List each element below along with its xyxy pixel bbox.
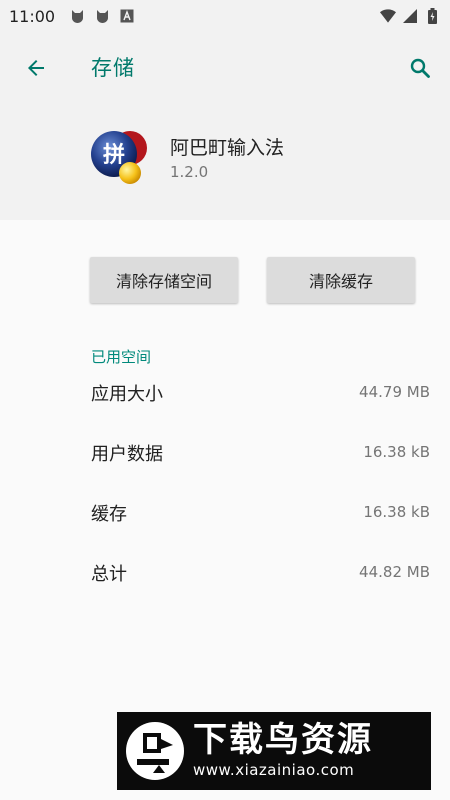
section-header-used-space: 已用空间 xyxy=(91,348,152,366)
search-icon xyxy=(410,58,430,78)
row-label: 缓存 xyxy=(91,504,127,525)
row-label: 总计 xyxy=(91,564,127,585)
search-button[interactable] xyxy=(400,48,440,88)
wifi-icon xyxy=(380,8,396,24)
status-bar: 11:00 xyxy=(0,0,450,32)
list-item-app-size: 应用大小 44.79 MB xyxy=(0,380,450,420)
page-title: 存储 xyxy=(91,56,135,80)
list-item-total: 总计 44.82 MB xyxy=(0,560,450,600)
signal-icon xyxy=(402,8,418,24)
watermark-text: 下载鸟资源 www.xiazainiao.com xyxy=(193,721,373,781)
back-button[interactable] xyxy=(16,48,56,88)
app-header: 存储 拼 阿巴町输入法 1.2.0 xyxy=(0,32,450,220)
watermark-banner: 下载鸟资源 www.xiazainiao.com xyxy=(117,712,431,790)
row-label: 用户数据 xyxy=(91,444,163,465)
system-icons xyxy=(380,8,440,24)
app-version: 1.2.0 xyxy=(170,163,209,181)
battery-icon xyxy=(424,8,440,24)
arrow-left-icon xyxy=(28,60,44,76)
app-icon-glyph: 拼 xyxy=(103,142,125,168)
app-name: 阿巴町输入法 xyxy=(170,137,285,159)
row-value: 44.79 MB xyxy=(359,383,430,401)
clear-cache-button[interactable]: 清除缓存 xyxy=(267,257,415,303)
row-value: 16.38 kB xyxy=(363,503,430,521)
list-item-cache: 缓存 16.38 kB xyxy=(0,500,450,540)
app-icon: 拼 xyxy=(91,131,147,184)
row-value: 44.82 MB xyxy=(359,563,430,581)
row-label: 应用大小 xyxy=(91,384,163,405)
bird-logo-icon xyxy=(126,722,184,780)
status-time: 11:00 xyxy=(9,6,56,26)
watermark-url: www.xiazainiao.com xyxy=(193,761,355,779)
app-info: 拼 阿巴町输入法 1.2.0 xyxy=(0,128,450,198)
row-value: 16.38 kB xyxy=(363,443,430,461)
cat-notification-icon xyxy=(94,8,110,24)
notification-icons xyxy=(69,8,135,24)
toolbar: 存储 xyxy=(0,32,450,102)
watermark-title: 下载鸟资源 xyxy=(193,720,373,760)
clear-storage-button[interactable]: 清除存储空间 xyxy=(90,257,238,303)
list-item-user-data: 用户数据 16.38 kB xyxy=(0,440,450,480)
cat-notification-icon xyxy=(69,8,85,24)
a-box-icon xyxy=(119,8,135,24)
